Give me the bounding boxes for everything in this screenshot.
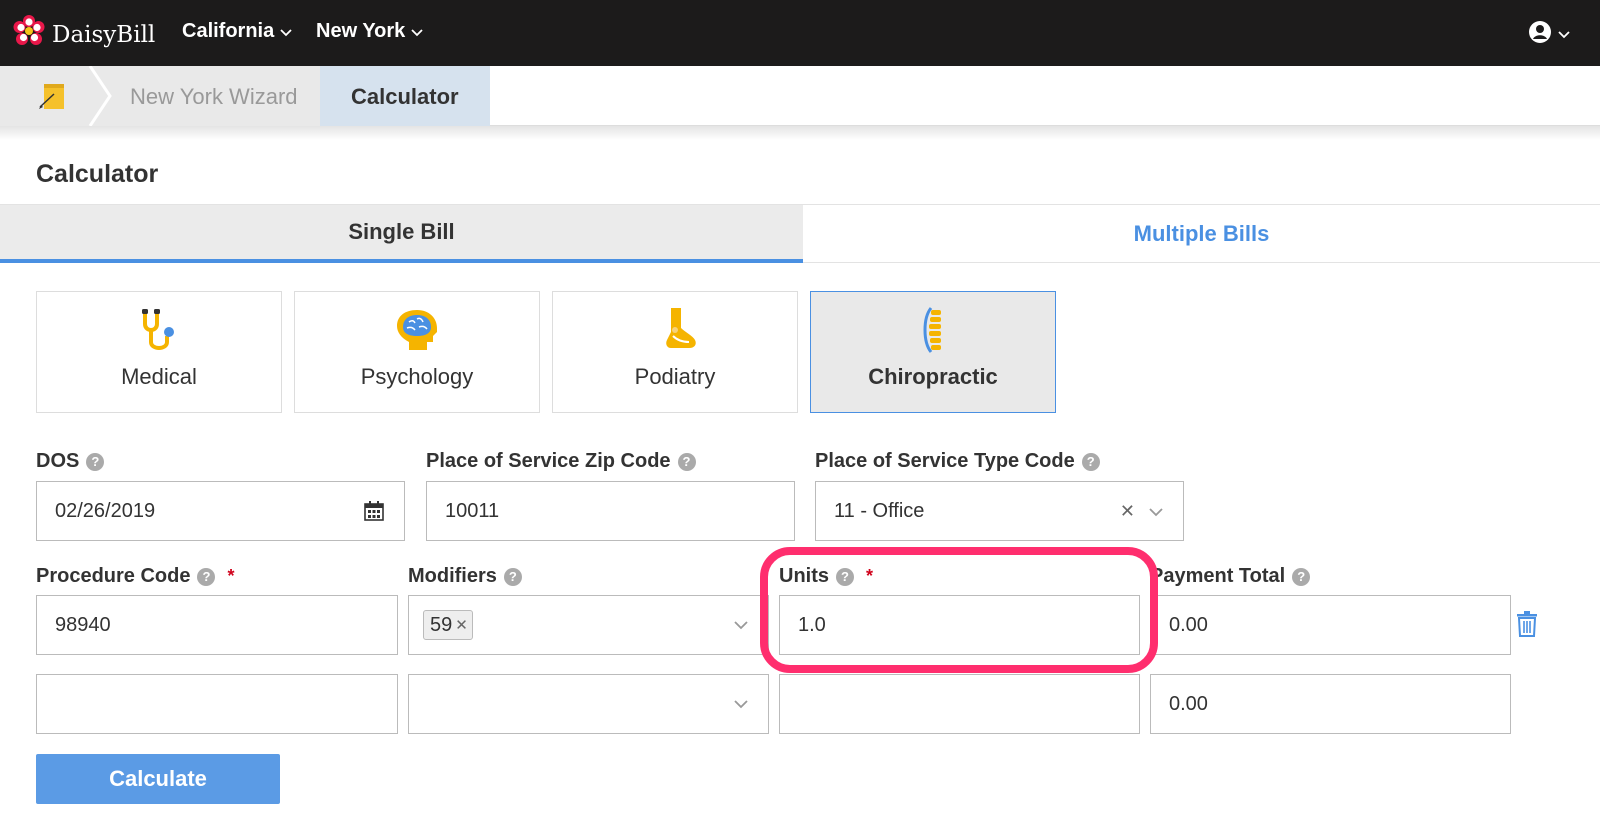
specialty-card-psychology[interactable]: Psychology (294, 291, 540, 413)
specialty-card-podiatry[interactable]: Podiatry (552, 291, 798, 413)
specialty-label: Psychology (360, 364, 474, 389)
modifiers-label-text: Modifiers (408, 565, 497, 587)
notepad-icon (38, 82, 68, 117)
page-title: Calculator (36, 160, 159, 188)
specialty-label: Medical (121, 364, 197, 389)
highlight-annotation (760, 547, 1158, 673)
modifiers-select[interactable] (408, 674, 769, 734)
nav-menu-california[interactable]: California (182, 20, 292, 43)
modifiers-select[interactable]: 59 ✕ (408, 595, 769, 655)
remove-icon[interactable]: ✕ (455, 616, 468, 634)
tab-single-bill[interactable]: Single Bill (0, 205, 803, 263)
zip-field[interactable]: 10011 (426, 481, 795, 541)
pos-type-select[interactable]: 11 - Office ✕ (815, 481, 1184, 541)
brain-icon (295, 306, 539, 354)
dos-label-text: DOS (36, 450, 80, 472)
breadcrumb-label: Calculator (351, 84, 459, 109)
help-icon[interactable]: ? (1292, 567, 1311, 586)
chevron-down-icon[interactable] (1149, 500, 1163, 523)
foot-icon (553, 306, 797, 354)
chevron-down-icon[interactable] (734, 596, 748, 654)
breadcrumb-item-wizard[interactable]: New York Wizard (90, 66, 360, 126)
specialty-label: Chiropractic (868, 364, 998, 389)
brand-name: DaisyBill (52, 21, 156, 48)
help-icon[interactable]: ? (677, 452, 696, 471)
zip-label: Place of Service Zip Code ? (426, 450, 696, 473)
specialty-card-chiropractic[interactable]: Chiropractic (810, 291, 1056, 413)
modifiers-label: Modifiers ? (408, 565, 522, 588)
payment-total-value: 0.00 (1169, 613, 1208, 636)
procedure-label-text: Procedure Code (36, 565, 191, 587)
chevron-down-icon (280, 20, 292, 43)
payment-total-value: 0.00 (1169, 692, 1208, 715)
chevron-down-icon (1558, 26, 1570, 44)
breadcrumb-item-calculator[interactable]: Calculator (320, 66, 490, 126)
calendar-icon[interactable] (364, 482, 384, 540)
nav-menu-label: New York (316, 20, 406, 42)
brand-logo[interactable]: DaisyBill (12, 15, 155, 54)
required-marker: * (227, 566, 235, 586)
user-menu[interactable] (1528, 20, 1570, 49)
modifier-chip[interactable]: 59 ✕ (423, 610, 473, 640)
breadcrumb-label: New York Wizard (130, 84, 298, 109)
chevron-down-icon (411, 20, 423, 43)
top-navbar: DaisyBill California New York (0, 0, 1600, 66)
zip-label-text: Place of Service Zip Code (426, 450, 671, 472)
clear-icon[interactable]: ✕ (1120, 501, 1135, 522)
daisy-icon (12, 15, 46, 54)
help-icon[interactable]: ? (1081, 452, 1100, 471)
breadcrumb-home[interactable] (0, 66, 112, 126)
nav-menu-label: California (182, 20, 275, 42)
chevron-down-icon[interactable] (734, 675, 748, 733)
user-avatar-icon (1528, 20, 1552, 49)
procedure-code-value: 98940 (55, 613, 111, 636)
tab-multiple-bills[interactable]: Multiple Bills (803, 205, 1600, 263)
dos-label: DOS ? (36, 450, 105, 473)
breadcrumb: New York Wizard Calculator (0, 66, 1600, 126)
procedure-code-field[interactable]: 98940 (36, 595, 398, 655)
calculate-button[interactable]: Calculate (36, 754, 280, 804)
stethoscope-icon (37, 306, 281, 354)
help-icon[interactable]: ? (86, 452, 105, 471)
delete-row-icon[interactable] (1516, 611, 1538, 642)
zip-value: 10011 (445, 499, 500, 522)
units-field[interactable] (779, 674, 1140, 734)
spine-icon (811, 306, 1055, 354)
procedure-code-label: Procedure Code ? * (36, 565, 235, 588)
specialty-label: Podiatry (634, 364, 716, 389)
breadcrumb-shadow (0, 126, 1600, 140)
payment-total-label: Payment Total ? (1150, 565, 1311, 588)
dos-field[interactable]: 02/26/2019 (36, 481, 405, 541)
help-icon[interactable]: ? (503, 567, 522, 586)
nav-menu-new-york[interactable]: New York (316, 20, 423, 43)
procedure-code-field[interactable] (36, 674, 398, 734)
payment-total-field[interactable]: 0.00 (1150, 595, 1511, 655)
pos-type-label: Place of Service Type Code ? (815, 450, 1100, 473)
pos-type-value: 11 - Office (834, 499, 925, 522)
pos-type-label-text: Place of Service Type Code (815, 450, 1075, 472)
payment-total-field[interactable]: 0.00 (1150, 674, 1511, 734)
payment-total-label-text: Payment Total (1150, 565, 1286, 587)
modifier-chip-label: 59 (430, 613, 453, 636)
specialty-card-medical[interactable]: Medical (36, 291, 282, 413)
dos-value: 02/26/2019 (55, 499, 156, 522)
help-icon[interactable]: ? (197, 567, 216, 586)
